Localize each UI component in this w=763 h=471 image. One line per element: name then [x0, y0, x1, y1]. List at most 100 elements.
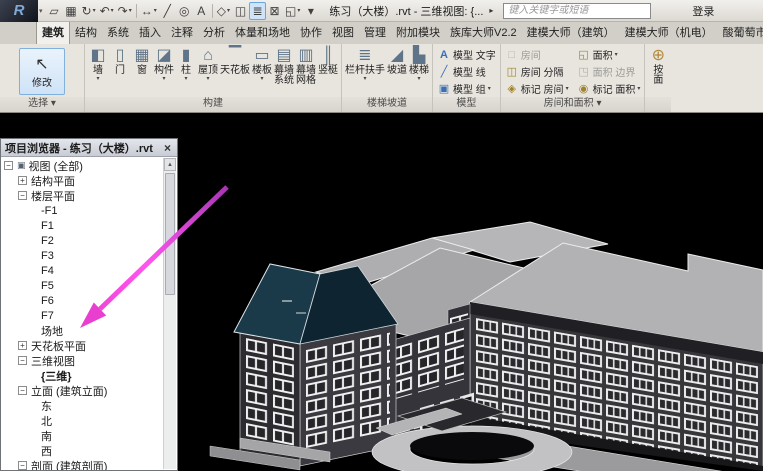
tree-expander-icon[interactable]: − [18, 191, 27, 200]
tab-structure[interactable]: 结构 [70, 22, 102, 44]
project-browser-titlebar[interactable]: 项目浏览器 - 练习（大楼）.rvt × [1, 139, 177, 157]
scroll-up-icon[interactable]: ▲ [164, 158, 176, 171]
tree-expander-icon[interactable]: + [18, 341, 27, 350]
tag-by-category-icon[interactable]: ◎ [176, 2, 193, 20]
tree-item-elevations[interactable]: − 立面 (建筑立面) [1, 383, 163, 398]
column-button[interactable]: ▮ 柱 ▾ [175, 46, 197, 97]
panel-label-room-area[interactable]: 房间和面积 ▾ [500, 97, 645, 112]
tree-item-views-all[interactable]: − ▣ 视图 (全部) [1, 158, 163, 173]
tree-expander-icon[interactable]: − [18, 461, 27, 470]
tree-expander-icon[interactable]: + [18, 176, 27, 185]
title-expand-button[interactable]: ▸ [489, 6, 493, 15]
floor-button[interactable]: ▭ 楼板 ▾ [251, 46, 273, 97]
door-button[interactable]: ▯ 门 [109, 46, 131, 97]
ramp-button[interactable]: ◢ 坡道 [386, 46, 408, 97]
tree-item-floor-plans[interactable]: − 楼层平面 [1, 188, 163, 203]
panel-label-select[interactable]: 选择 ▾ [0, 97, 84, 112]
tree-item-site[interactable]: 场地 [1, 323, 163, 338]
tree-item-north[interactable]: 北 [1, 413, 163, 428]
tree-item-f2[interactable]: F2 [1, 233, 163, 248]
tree-item-minus-f1[interactable]: -F1 [1, 203, 163, 218]
tab-analyze[interactable]: 分析 [198, 22, 230, 44]
curtain-grid-button[interactable]: ▥ 幕墙 网格 [295, 46, 317, 97]
area-button[interactable]: ◱ 面积 ▾ [577, 46, 641, 63]
tab-suanputao-civil[interactable]: 酸葡萄市政 [718, 22, 763, 44]
tree-item-f7[interactable]: F7 [1, 308, 163, 323]
tree-item-3d-default[interactable]: {三维} [1, 368, 163, 383]
model-text-button[interactable]: A 模型 文字 [437, 46, 496, 63]
room-separator-button[interactable]: ◫ 房间 分隔 [505, 63, 569, 80]
window-button[interactable]: ▦ 窗 [131, 46, 153, 97]
model-group-button[interactable]: ▣ 模型 组 ▾ [437, 80, 496, 97]
tree-item-sections[interactable]: − 剖面 (建筑剖面) [1, 458, 163, 470]
ceiling-button[interactable]: ▔ 天花板 [219, 46, 251, 97]
scrollbar[interactable]: ▲ [163, 158, 176, 469]
tool-icon: ≣ [358, 47, 372, 64]
thin-lines-icon[interactable]: ≣ [249, 1, 267, 20]
aligned-dimension-icon[interactable]: ╱ [159, 2, 176, 20]
tree-item-east[interactable]: 东 [1, 398, 163, 413]
save-icon[interactable]: ▦ [63, 2, 80, 20]
default-3d-view-icon[interactable]: ◇ ▾ [215, 2, 232, 20]
wall-button[interactable]: ◧ 墙 ▾ [87, 46, 109, 97]
tree-expander-icon[interactable]: − [18, 386, 27, 395]
tree-item-ceiling-plans[interactable]: + 天花板平面 [1, 338, 163, 353]
qat-separator[interactable] [135, 3, 137, 18]
tool-icon: ▔ [228, 47, 242, 64]
component-button[interactable]: ◪ 构件 ▾ [153, 46, 175, 97]
tag-area-button[interactable]: ◉ 标记 面积 ▾ [577, 80, 641, 97]
curtain-system-button[interactable]: ▤ 幕墙 系统 [273, 46, 295, 97]
undo-icon[interactable]: ↶ ▾ [98, 2, 116, 20]
close-hidden-windows-icon[interactable]: ⊠ [266, 2, 283, 20]
customize-qat-icon[interactable]: ▾ [302, 2, 319, 20]
tree-expander-icon[interactable]: − [18, 356, 27, 365]
switch-windows-icon[interactable]: ◱ ▾ [283, 2, 302, 20]
tab-insert[interactable]: 插入 [134, 22, 166, 44]
tree-item-south[interactable]: 南 [1, 428, 163, 443]
roof-button[interactable]: ⌂ 屋顶 ▾ [197, 46, 219, 97]
tab-collaborate[interactable]: 协作 [295, 22, 327, 44]
tab-family-master[interactable]: 族库大师V2.2 [445, 22, 522, 44]
stair-button[interactable]: ▙ 楼梯 ▾ [408, 46, 430, 97]
qat-separator[interactable] [211, 3, 213, 18]
tab-systems[interactable]: 系统 [102, 22, 134, 44]
revit-app-button[interactable]: R [0, 0, 38, 22]
text-icon[interactable]: A [193, 2, 210, 20]
tree-item-f3[interactable]: F3 [1, 248, 163, 263]
tree-item-structural-plans[interactable]: + 结构平面 [1, 173, 163, 188]
sign-in-button[interactable]: 登录 [692, 3, 714, 19]
section-icon[interactable]: ◫ [232, 2, 249, 20]
opening-by-face-button[interactable]: ⊕ 按 面 [647, 46, 669, 97]
measure-icon[interactable]: ↔ ▾ [139, 2, 159, 20]
tab-architecture[interactable]: 建筑 [36, 22, 70, 44]
tree-item-west[interactable]: 西 [1, 443, 163, 458]
modify-button[interactable]: ↖ 修改 [19, 48, 65, 95]
tab-modeling-master-mep[interactable]: 建模大师（机电） [620, 22, 718, 44]
app-menu-arrow-icon[interactable]: ▾ [39, 7, 43, 15]
tree-item-f5[interactable]: F5 [1, 278, 163, 293]
panel-label-build: 构建 [85, 97, 341, 112]
close-icon[interactable]: × [162, 141, 173, 155]
tab-addins[interactable]: 附加模块 [391, 22, 445, 44]
scrollbar-thumb[interactable] [165, 173, 175, 295]
tree-item-f4[interactable]: F4 [1, 263, 163, 278]
tab-annotate[interactable]: 注释 [166, 22, 198, 44]
tree-expander-icon[interactable]: − [4, 161, 13, 170]
tab-manage[interactable]: 管理 [359, 22, 391, 44]
tab-modeling-master-arch[interactable]: 建模大师（建筑） [522, 22, 620, 44]
tag-room-button[interactable]: ◈ 标记 房间 ▾ [505, 80, 569, 97]
open-icon[interactable]: ▱ [46, 2, 63, 20]
tree-item-3d-views[interactable]: − 三维视图 [1, 353, 163, 368]
mullion-button[interactable]: ║ 竖梃 [317, 46, 339, 97]
room-button[interactable]: □ 房间 [505, 46, 569, 63]
tree-item-f1[interactable]: F1 [1, 218, 163, 233]
tab-massing-site[interactable]: 体量和场地 [230, 22, 295, 44]
area-boundary-button[interactable]: ◳ 面积 边界 [577, 63, 641, 80]
tab-view[interactable]: 视图 [327, 22, 359, 44]
sync-icon[interactable]: ↻ ▾ [80, 2, 98, 20]
tree-item-f6[interactable]: F6 [1, 293, 163, 308]
railing-button[interactable]: ≣ 栏杆扶手 ▾ [344, 46, 386, 97]
redo-icon[interactable]: ↷ ▾ [116, 2, 134, 20]
model-line-button[interactable]: ╱ 模型 线 [437, 63, 496, 80]
search-input[interactable] [503, 2, 652, 19]
